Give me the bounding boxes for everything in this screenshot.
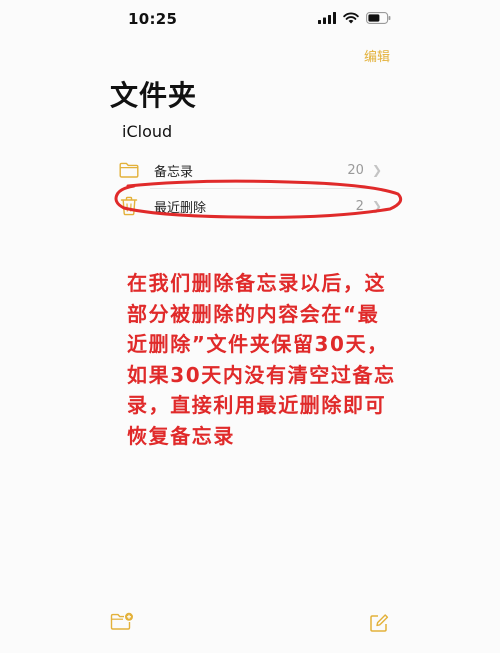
annotation-text: 在我们删除备忘录以后，这部分被删除的内容会在“最近删除”文件夹保留30天，如果3… — [127, 271, 396, 448]
edit-button[interactable]: 编辑 — [364, 46, 390, 65]
folder-name: 备忘录 — [154, 164, 194, 180]
folder-row-notes[interactable]: 备忘录 20 ❯ — [118, 155, 382, 185]
wifi-icon — [343, 12, 359, 24]
chevron-right-icon: ❯ — [371, 163, 382, 177]
signal-icon — [318, 12, 336, 24]
bottom-toolbar — [0, 600, 500, 653]
chevron-right-icon: ❯ — [371, 199, 382, 213]
page-title: 文件夹 — [110, 79, 198, 112]
folder-count: 2 — [355, 198, 364, 214]
folder-icon — [118, 159, 140, 181]
status-icons — [318, 12, 391, 24]
folder-name: 最近删除 — [154, 200, 207, 216]
battery-icon — [366, 12, 391, 24]
new-folder-icon[interactable] — [110, 612, 134, 636]
trash-icon — [118, 195, 140, 217]
folder-count: 20 — [347, 162, 364, 178]
row-divider — [150, 188, 382, 189]
status-time: 10:25 — [128, 10, 178, 28]
status-bar: 10:25 — [0, 0, 500, 40]
section-title-icloud: iCloud — [122, 122, 173, 141]
compose-icon[interactable] — [369, 613, 389, 637]
folder-row-recently-deleted[interactable]: 最近删除 2 ❯ — [118, 191, 382, 221]
